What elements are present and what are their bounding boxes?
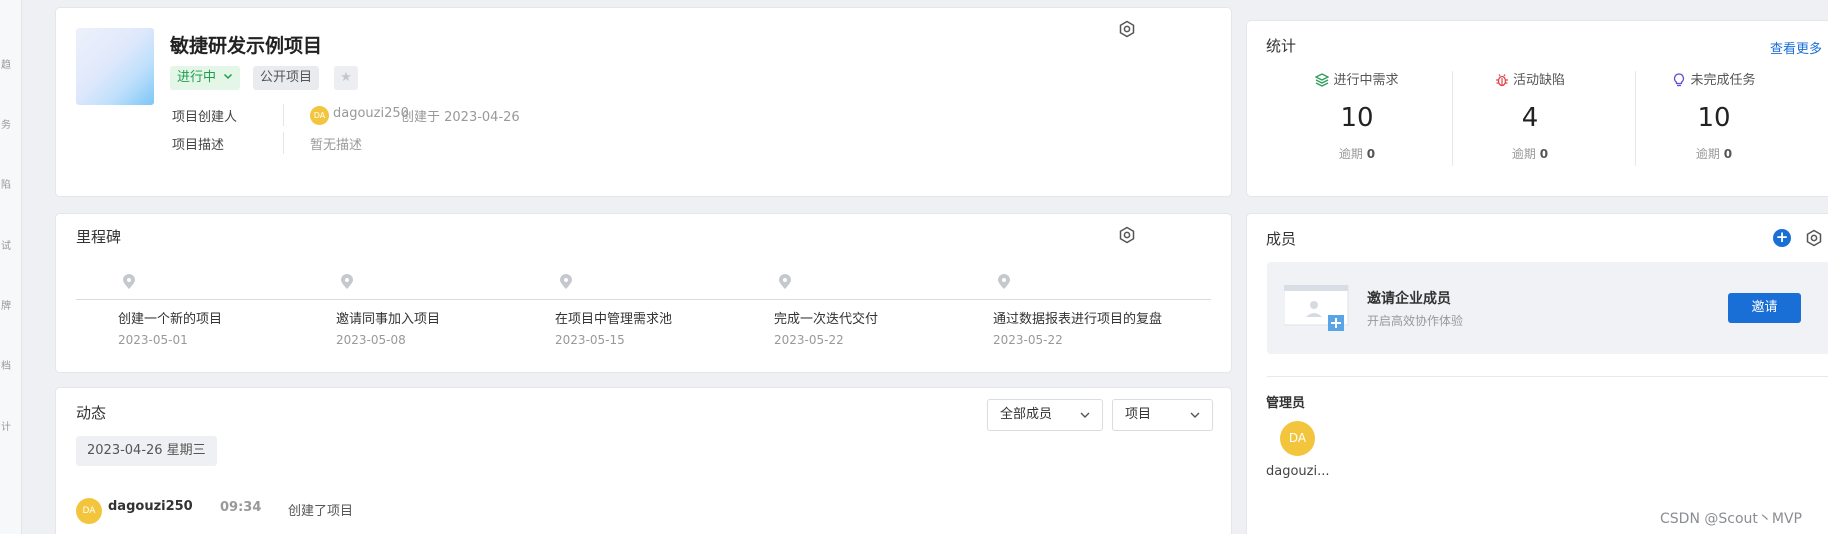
description-label: 项目描述 bbox=[172, 138, 225, 153]
invite-button[interactable]: 邀请 bbox=[1728, 293, 1801, 323]
side-nav-strip: 趋 务 陷 试 牌 档 计 bbox=[0, 0, 22, 534]
divider bbox=[283, 132, 284, 154]
project-status-label: 进行中 bbox=[177, 70, 217, 85]
overdue-count: 0 bbox=[1539, 147, 1549, 161]
chevron-down-icon bbox=[224, 73, 233, 80]
chevron-down-icon bbox=[1190, 412, 1200, 418]
watermark: CSDN @Scout丶MVP bbox=[1660, 511, 1802, 527]
project-name: 敏捷研发示例项目 bbox=[170, 35, 323, 57]
milestone-title[interactable]: 创建一个新的项目 bbox=[118, 308, 222, 327]
stats-title: 统计 bbox=[1266, 37, 1297, 55]
milestone-timeline-line bbox=[76, 299, 1211, 300]
stat-value: 4 bbox=[1521, 103, 1539, 133]
activity-time: 09:34 bbox=[220, 500, 262, 515]
project-visibility-badge: 公开项目 bbox=[253, 66, 320, 90]
created-date: 创建于 2023-04-26 bbox=[401, 110, 520, 125]
milestone-title[interactable]: 通过数据报表进行项目的复盘 bbox=[993, 308, 1162, 327]
avatar: DA bbox=[76, 498, 102, 524]
add-member-icon[interactable]: + bbox=[1773, 229, 1791, 247]
members-card: 成员 + 邀请企业成员 开启高效协作体验 邀请 管理员 DA dagouzi..… bbox=[1246, 213, 1828, 534]
activity-date-chip: 2023-04-26 星期三 bbox=[76, 436, 217, 466]
side-nav-item-glyph[interactable]: 趋 bbox=[0, 56, 12, 71]
invite-subtitle: 开启高效协作体验 bbox=[1367, 314, 1464, 328]
scope-filter-select[interactable]: 项目 bbox=[1112, 399, 1213, 431]
project-info-card: 敏捷研发示例项目 进行中 公开项目 ★ 项目创建人 DA dagouzi250 … bbox=[55, 7, 1232, 197]
milestone-date: 2023-05-22 bbox=[774, 333, 844, 347]
milestone-date: 2023-05-08 bbox=[336, 333, 406, 347]
location-pin-icon bbox=[341, 274, 353, 289]
settings-gear-icon[interactable] bbox=[1805, 229, 1823, 247]
milestone-date: 2023-05-01 bbox=[118, 333, 188, 347]
side-nav-item-glyph[interactable]: 试 bbox=[0, 237, 12, 252]
location-pin-icon bbox=[779, 274, 791, 289]
milestone-title[interactable]: 在项目中管理需求池 bbox=[555, 308, 672, 327]
invite-illustration-icon bbox=[1284, 285, 1349, 331]
member-filter-select[interactable]: 全部成员 bbox=[987, 399, 1103, 431]
milestone-title[interactable]: 邀请同事加入项目 bbox=[336, 308, 440, 327]
side-nav-item-glyph[interactable]: 计 bbox=[0, 418, 12, 433]
settings-gear-icon[interactable] bbox=[1118, 226, 1136, 244]
side-nav-item-glyph[interactable]: 陷 bbox=[0, 176, 12, 191]
milestones-title: 里程碑 bbox=[76, 228, 122, 246]
milestone-title[interactable]: 完成一次迭代交付 bbox=[774, 308, 878, 327]
location-pin-icon bbox=[998, 274, 1010, 289]
avatar[interactable]: DA bbox=[1280, 421, 1315, 456]
divider bbox=[283, 104, 284, 126]
star-icon[interactable]: ★ bbox=[334, 66, 358, 90]
side-nav-item-glyph[interactable]: 务 bbox=[0, 116, 12, 131]
activity-text: 创建了项目 bbox=[288, 504, 354, 519]
overdue-label: 逾期 bbox=[1511, 147, 1536, 161]
view-more-link[interactable]: 查看更多 bbox=[1770, 38, 1822, 57]
milestone-date: 2023-05-15 bbox=[555, 333, 625, 347]
member-filter-value: 全部成员 bbox=[1000, 407, 1053, 422]
description-value: 暂无描述 bbox=[310, 138, 363, 153]
chevron-down-icon bbox=[1080, 412, 1090, 418]
overdue-count: 0 bbox=[1723, 147, 1733, 161]
location-pin-icon bbox=[560, 274, 572, 289]
scope-filter-value: 项目 bbox=[1125, 407, 1152, 422]
layers-icon bbox=[1315, 73, 1330, 87]
activity-title: 动态 bbox=[76, 404, 107, 422]
overdue-label: 逾期 bbox=[1695, 147, 1720, 161]
milestone-date: 2023-05-22 bbox=[993, 333, 1063, 347]
divider bbox=[1267, 376, 1828, 377]
invite-banner: 邀请企业成员 开启高效协作体验 邀请 bbox=[1267, 262, 1828, 354]
stat-defects[interactable]: 活动缺陷 4 逾期 0 bbox=[1445, 71, 1615, 162]
project-status-dropdown[interactable]: 进行中 bbox=[170, 66, 241, 90]
overdue-count: 0 bbox=[1366, 147, 1376, 161]
stat-value: 10 bbox=[1340, 103, 1374, 133]
stat-label: 进行中需求 bbox=[1333, 73, 1399, 88]
members-title: 成员 bbox=[1266, 230, 1297, 248]
side-nav-item-glyph[interactable]: 牌 bbox=[0, 297, 12, 312]
location-pin-icon bbox=[123, 274, 135, 289]
creator-label: 项目创建人 bbox=[172, 110, 238, 125]
admin-section-label: 管理员 bbox=[1266, 396, 1306, 411]
overdue-label: 逾期 bbox=[1338, 147, 1363, 161]
milestones-card: 里程碑 创建一个新的项目 2023-05-01 邀请同事加入项目 2023-05… bbox=[55, 213, 1232, 373]
bulb-icon bbox=[1674, 73, 1685, 87]
stat-label: 未完成任务 bbox=[1690, 73, 1756, 88]
admin-name: dagouzi... bbox=[1266, 464, 1330, 479]
settings-gear-icon[interactable] bbox=[1118, 20, 1136, 38]
activity-card: 动态 全部成员 项目 2023-04-26 星期三 DA dagouzi250 … bbox=[55, 387, 1232, 534]
stat-label: 活动缺陷 bbox=[1512, 73, 1565, 88]
stats-card: 统计 查看更多 进行中需求 10 逾期 0 活动缺陷 4 逾期 0 未完成任务 … bbox=[1246, 20, 1828, 197]
avatar: DA bbox=[310, 106, 329, 125]
stat-requirements[interactable]: 进行中需求 10 逾期 0 bbox=[1272, 71, 1442, 162]
stat-tasks[interactable]: 未完成任务 10 逾期 0 bbox=[1629, 71, 1799, 162]
side-nav-item-glyph[interactable]: 档 bbox=[0, 357, 12, 372]
stat-value: 10 bbox=[1697, 103, 1731, 133]
activity-user[interactable]: dagouzi250 bbox=[108, 499, 193, 514]
project-cover-image[interactable] bbox=[76, 28, 154, 105]
bug-icon bbox=[1495, 74, 1508, 87]
invite-title: 邀请企业成员 bbox=[1367, 291, 1451, 307]
creator-name[interactable]: dagouzi250 bbox=[333, 106, 409, 121]
